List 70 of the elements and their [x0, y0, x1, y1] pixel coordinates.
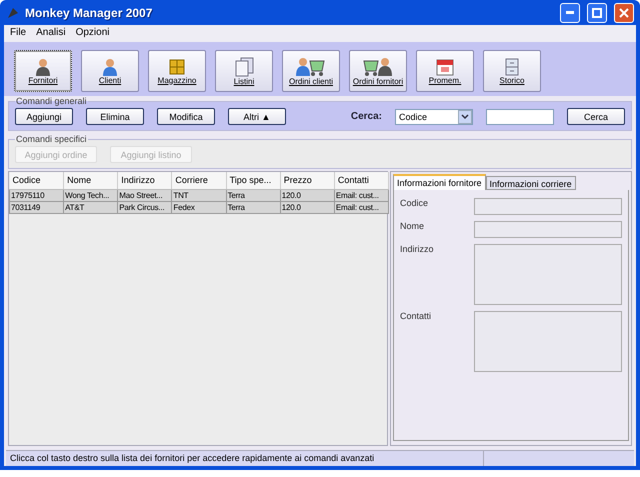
toolbar-button[interactable]: Listini: [215, 50, 273, 92]
column-header[interactable]: Indirizzo: [118, 172, 172, 189]
column-header[interactable]: Codice: [10, 172, 64, 189]
toolbar-button[interactable]: Clienti: [81, 50, 139, 92]
table-cell: 7031149: [10, 201, 64, 213]
group-title: Comandi generali: [15, 96, 88, 106]
column-header[interactable]: Prezzo: [280, 172, 334, 189]
person-icon: [102, 58, 118, 76]
search-field-dropdown[interactable]: Codice: [395, 108, 473, 124]
calendar-icon: [436, 58, 454, 76]
app-icon: [6, 6, 20, 20]
toolbar-button[interactable]: Ordini fornitori: [349, 50, 407, 92]
command-button[interactable]: Altri ▲: [228, 108, 286, 125]
maximize-icon: [592, 8, 602, 18]
table-cell: TNT: [172, 189, 226, 201]
person-icon: [35, 58, 51, 76]
table-cell: Email: cust...: [334, 201, 388, 213]
search-input[interactable]: [486, 108, 554, 124]
close-button[interactable]: [614, 2, 634, 22]
input-field[interactable]: [474, 221, 622, 238]
minimize-icon: [566, 11, 574, 14]
column-header[interactable]: Nome: [64, 172, 118, 189]
chevron-down-icon: [461, 114, 469, 120]
menu-item[interactable]: Analisi: [36, 27, 66, 40]
command-button[interactable]: Aggiungi: [15, 108, 73, 125]
menu-item[interactable]: File: [10, 27, 26, 40]
column-header[interactable]: Corriere: [172, 172, 226, 189]
table-cell: Terra: [226, 201, 280, 213]
column-header[interactable]: Tipo spe...: [226, 172, 280, 189]
search-label: Cerca:: [350, 111, 382, 122]
command-button[interactable]: Modifica: [157, 108, 215, 125]
text-area[interactable]: [474, 311, 622, 372]
person-cart-icon: [296, 56, 326, 76]
toolbar-button[interactable]: Fornitori: [14, 50, 72, 92]
table-cell: Park Circus...: [118, 201, 172, 213]
window-title: Monkey Manager 2007: [25, 6, 154, 20]
command-button[interactable]: Elimina: [86, 108, 144, 125]
cabinet-icon: [504, 58, 520, 76]
table-cell: 120.0: [280, 189, 334, 201]
text-area[interactable]: [474, 244, 622, 305]
toolbar-button[interactable]: Storico: [483, 50, 541, 92]
input-field[interactable]: [474, 198, 622, 215]
table-cell: Wong Tech...: [64, 189, 118, 201]
field-label: Nome: [400, 221, 424, 233]
table-cell: AT&T: [64, 201, 118, 213]
cart-person-icon: [363, 56, 393, 76]
table-cell: Email: cust...: [334, 189, 388, 201]
boxes-icon: [168, 58, 186, 76]
close-icon: [619, 8, 629, 18]
table-cell: Mao Street...: [118, 189, 172, 201]
minimize-button[interactable]: [560, 2, 580, 22]
toolbar-button[interactable]: Ordini clienti: [282, 50, 340, 92]
field-label: Contatti: [400, 311, 432, 323]
group-title: Comandi specifici: [15, 134, 88, 144]
documents-icon: [234, 56, 254, 76]
table-cell: 120.0: [280, 201, 334, 213]
status-text: Clicca col tasto destro sulla lista dei fornitori per accedere rapidamente ai comandi avanzati: [6, 451, 484, 466]
toolbar-button[interactable]: Magazzino: [148, 50, 206, 92]
field-label: Indirizzo: [400, 244, 434, 256]
table-cell: Terra: [226, 189, 280, 201]
table-cell: Fedex: [172, 201, 226, 213]
search-button[interactable]: Cerca: [567, 108, 625, 125]
toolbar-button[interactable]: Promem.: [416, 50, 474, 92]
tab[interactable]: Informazioni corriere: [486, 176, 576, 190]
column-header[interactable]: Contatti: [334, 172, 388, 189]
maximize-button[interactable]: [587, 2, 607, 22]
tab[interactable]: Informazioni fornitore: [393, 174, 486, 190]
table-cell: 17975110: [10, 189, 64, 201]
menu-item[interactable]: Opzioni: [76, 27, 110, 40]
field-label: Codice: [400, 198, 428, 210]
